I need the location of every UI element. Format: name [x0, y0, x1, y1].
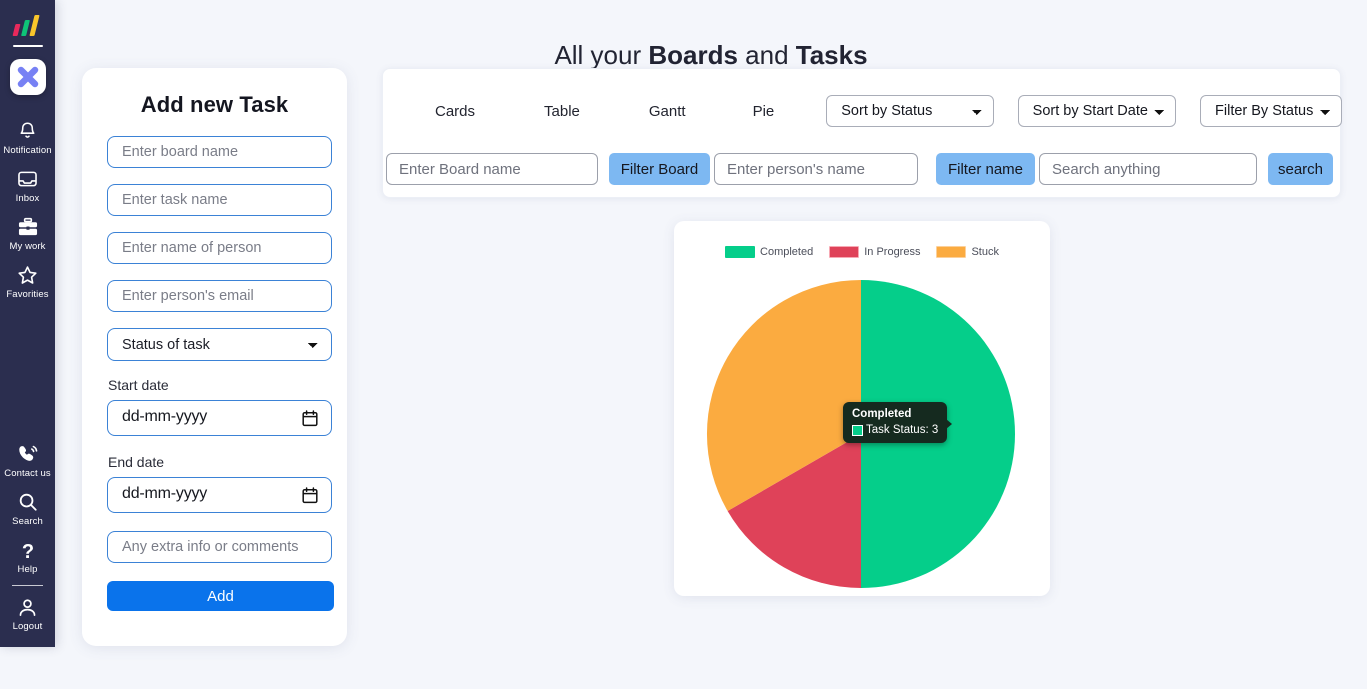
x-brand-icon — [17, 66, 38, 88]
page-title: All your Boards and Tasks — [55, 39, 1367, 71]
phone-ring-icon — [17, 443, 38, 465]
legend-label: Stuck — [971, 246, 999, 258]
sort-by-status-select[interactable]: Sort by Status — [826, 95, 994, 127]
sidebar-item-logout[interactable]: Logout — [0, 589, 55, 637]
briefcase-icon — [17, 216, 39, 238]
legend-item-in-progress[interactable]: In Progress — [829, 246, 920, 258]
sidebar-item-search[interactable]: Search — [0, 484, 55, 532]
status-select[interactable]: Status of task — [107, 328, 332, 361]
sidebar-item-label: Inbox — [15, 193, 40, 204]
chart-legend: Completed In Progress Stuck — [674, 246, 1050, 258]
tooltip-value: Task Status: 3 — [866, 424, 939, 436]
comment-input[interactable] — [107, 531, 332, 563]
tab-gantt[interactable]: Gantt — [641, 98, 694, 125]
sidebar: Notification Inbox My work Favorities Co… — [0, 0, 55, 647]
board-name-filter-input[interactable] — [386, 153, 598, 185]
app-root: Notification Inbox My work Favorities Co… — [0, 0, 1367, 689]
search-button[interactable]: search — [1268, 153, 1333, 185]
search-input[interactable] — [1039, 153, 1257, 185]
sidebar-item-inbox[interactable]: Inbox — [0, 161, 55, 209]
task-name-input[interactable] — [107, 184, 332, 216]
sidebar-item-label: Notification — [3, 145, 52, 156]
sidebar-item-label: Favorities — [6, 289, 49, 300]
legend-item-stuck[interactable]: Stuck — [936, 246, 999, 258]
form-title: Add new Task — [140, 92, 289, 117]
page-title-prefix: All your — [554, 40, 649, 71]
calendar-icon[interactable] — [302, 410, 318, 432]
legend-swatch-stuck — [936, 246, 967, 258]
page-title-mid: and — [737, 40, 796, 71]
person-name-input[interactable] — [107, 232, 332, 264]
tab-pie[interactable]: Pie — [745, 98, 783, 125]
sort-by-start-date-select[interactable]: Sort by Start Date — [1017, 95, 1177, 127]
toolbar-card: Cards Table Gantt Pie Sort by Status Sor… — [382, 68, 1342, 198]
page-title-tasks: Tasks — [795, 40, 868, 71]
inbox-icon — [17, 168, 38, 190]
legend-label: Completed — [760, 246, 814, 258]
person-email-input[interactable] — [107, 280, 332, 312]
end-date-value: dd-mm-yyyy — [122, 485, 208, 502]
logo-divider — [12, 45, 43, 47]
user-icon — [17, 596, 38, 618]
app-logo-icon — [11, 10, 45, 36]
legend-swatch-completed — [725, 246, 756, 258]
sidebar-item-help[interactable]: ? Help — [0, 532, 55, 580]
sidebar-item-label: Help — [17, 564, 38, 575]
question-mark-icon: ? — [19, 539, 37, 561]
filter-name-button[interactable]: Filter name — [936, 153, 1035, 185]
filter-by-status-select[interactable]: Filter By Status — [1200, 95, 1342, 127]
sidebar-item-contact-us[interactable]: Contact us — [0, 436, 55, 484]
sidebar-item-my-work[interactable]: My work — [0, 209, 55, 257]
add-task-form-card: Add new Task Status of task Start date d… — [82, 68, 347, 646]
start-date-value: dd-mm-yyyy — [122, 408, 208, 425]
legend-item-completed[interactable]: Completed — [725, 246, 813, 258]
filter-board-button[interactable]: Filter Board — [609, 153, 710, 185]
sidebar-item-notification[interactable]: Notification — [0, 113, 55, 161]
legend-swatch-in-progress — [829, 246, 860, 258]
end-date-input[interactable]: dd-mm-yyyy — [107, 477, 332, 513]
sidebar-item-favorities[interactable]: Favorities — [0, 257, 55, 305]
start-date-input[interactable]: dd-mm-yyyy — [107, 400, 332, 436]
sidebar-item-label: Contact us — [4, 468, 51, 479]
add-task-button[interactable]: Add — [107, 581, 334, 611]
calendar-icon[interactable] — [302, 487, 318, 509]
sidebar-item-label: My work — [9, 241, 46, 252]
view-tabs: Cards Table Gantt Pie Sort by Status Sor… — [383, 91, 1342, 131]
brand-tile[interactable] — [9, 59, 46, 95]
board-name-input[interactable] — [107, 136, 332, 168]
sidebar-item-label: Logout — [12, 621, 43, 632]
chart-tooltip: Completed Task Status: 3 — [843, 402, 953, 443]
start-date-label: Start date — [108, 377, 169, 393]
page-title-boards: Boards — [648, 40, 738, 71]
bell-icon — [18, 120, 37, 142]
end-date-label: End date — [108, 454, 165, 470]
person-name-filter-input[interactable] — [714, 153, 918, 185]
legend-label: In Progress — [864, 246, 921, 258]
tab-table[interactable]: Table — [536, 98, 588, 125]
sidebar-divider — [12, 585, 43, 586]
sidebar-item-label: Search — [12, 516, 43, 527]
tooltip-row: Task Status: 3 — [852, 424, 938, 437]
star-icon — [17, 264, 38, 286]
svg-text:?: ? — [21, 541, 33, 561]
magnifier-icon — [18, 491, 38, 513]
tooltip-swatch — [852, 425, 863, 436]
tab-cards[interactable]: Cards — [427, 98, 483, 125]
filter-search-row: Filter Board Filter name search — [383, 149, 1342, 189]
tooltip-title: Completed — [852, 408, 912, 420]
